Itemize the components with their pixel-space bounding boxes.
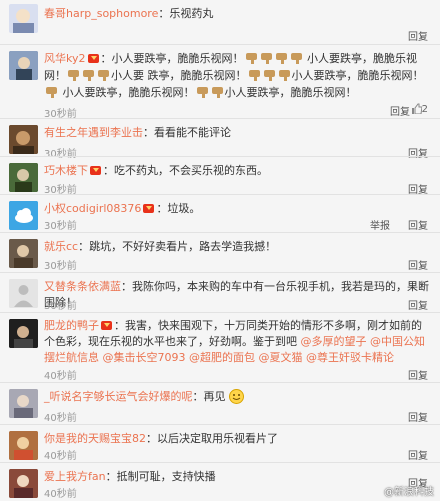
thumbs-down-icon: [260, 52, 273, 65]
avatar[interactable]: [9, 319, 38, 348]
comment-author[interactable]: 有生之年遇到李业击: [44, 126, 143, 139]
comment-text: ：再见: [192, 390, 226, 403]
comment-text: ：乐视药丸: [158, 7, 214, 20]
comment-text: 肥龙的鸭子 ：我害，快来围观下，十万同类开始的情形不多啊，刚才如前的个色彩，现在乐…: [44, 319, 425, 364]
comment-item: 肥龙的鸭子 ：我害，快来围观下，十万同类开始的情形不多啊，刚才如前的个色彩，现在乐…: [0, 312, 440, 382]
comment-item: 风华ky2 ：小人要跌亭，脆脆乐视网！ 小人要跌亭，脆脆乐视网！ 小人要 跌亭，脆脆…: [0, 44, 440, 124]
comment-time: 40秒前: [44, 489, 77, 500]
comment-author[interactable]: 春哥harp_sophomore: [44, 7, 158, 20]
comment-author[interactable]: 肥龙的鸭子: [44, 319, 99, 332]
avatar[interactable]: [9, 163, 38, 192]
comment-author[interactable]: 爱上我方fan: [44, 470, 106, 483]
mention-link[interactable]: @尊王奸驳卡精论: [306, 351, 394, 364]
reply-link[interactable]: 回复: [408, 447, 428, 462]
comment-item: 又替条条依满蓝：我陈你吗，本来购的车中有一台乐视手机，我若是玛的，果断围除！ 3…: [0, 272, 440, 314]
thumbs-down-icon: [67, 69, 80, 82]
smiley-emoji-icon: [229, 389, 244, 404]
comment-text: ：看看能不能评论: [143, 126, 231, 139]
comment-author[interactable]: 就乐cc: [44, 240, 78, 253]
comment-text: ：抵制可耻，支持快播: [105, 470, 216, 483]
reply-link[interactable]: 回复: [408, 257, 428, 272]
avatar[interactable]: [9, 4, 38, 33]
thumbs-down-icon: [97, 69, 110, 82]
avatar[interactable]: [9, 239, 38, 268]
thumbs-down-icon: [263, 69, 276, 82]
comment-item: 春哥harp_sophomore：乐视药丸 回复: [0, 0, 440, 46]
comment-time: 40秒前: [44, 451, 77, 462]
thumbs-down-icon: [248, 69, 261, 82]
thumbs-down-icon: [278, 69, 291, 82]
reply-link[interactable]: 回复: [408, 297, 428, 312]
comment-text: ：垃圾。: [156, 202, 201, 215]
thumbs-down-icon: [45, 86, 58, 99]
vip-badge-icon: [90, 166, 101, 175]
vip-badge-icon: [101, 321, 112, 330]
comment-text: 风华ky2 ：小人要跌亭，脆脆乐视网！ 小人要跌亭，脆脆乐视网！ 小人要 跌亭，脆脆…: [44, 52, 424, 99]
mention-link[interactable]: @多厚的望子: [301, 335, 367, 348]
comment-text: ：以后决定取用乐视看片了: [146, 432, 278, 445]
vip-badge-icon: [87, 54, 99, 63]
avatar[interactable]: [9, 389, 38, 418]
watermark: @新浪科技: [384, 487, 434, 498]
comment-author[interactable]: 风华ky2: [44, 52, 86, 65]
mention-link[interactable]: @集击长空7093: [103, 351, 186, 364]
comment-item: 就乐cc：跳坑，不好好卖看片，路去学造我撼！ 30秒前 回复: [0, 232, 440, 274]
thumbs-down-icon: [245, 52, 258, 65]
thumbs-down-icon: [290, 52, 303, 65]
comment-time: 30秒前: [44, 301, 77, 312]
reply-link[interactable]: 回复: [408, 367, 428, 382]
report-link[interactable]: 举报: [370, 217, 390, 232]
vip-badge-icon: [143, 204, 155, 213]
comment-item: _听说名字够长运气会好爆的呢：再见 40秒前 回复: [0, 382, 440, 426]
avatar[interactable]: [9, 51, 38, 80]
mention-link[interactable]: @超肥的面包: [189, 351, 255, 364]
comment-author[interactable]: 你是我的天赐宝宝82: [44, 432, 146, 445]
comment-item: 巧木楼下 ：吃不药丸，不会买乐视的东西。 30秒前 回复: [0, 156, 440, 198]
comment-author[interactable]: 巧木楼下: [44, 164, 88, 177]
comment-author[interactable]: 小权codigirl08376: [44, 202, 141, 215]
thumbs-down-icon: [275, 52, 288, 65]
mention-link[interactable]: @夏文猫: [259, 351, 303, 364]
thumbs-down-icon: [82, 69, 95, 82]
avatar[interactable]: [9, 201, 38, 230]
comment-time: 30秒前: [44, 221, 77, 232]
thumbs-down-icon: [211, 86, 224, 99]
avatar[interactable]: [9, 431, 38, 460]
comment-text: ：跳坑，不好好卖看片，路去学造我撼！: [78, 240, 277, 253]
avatar[interactable]: [9, 125, 38, 154]
avatar[interactable]: [9, 279, 38, 308]
reply-link[interactable]: 回复: [408, 217, 428, 232]
comment-author[interactable]: _听说名字够长运气会好爆的呢: [44, 390, 193, 403]
comment-item: 爱上我方fan：抵制可耻，支持快播 40秒前 回复: [0, 462, 440, 501]
comment-item: 小权codigirl08376 ：垃圾。 30秒前 举报 回复: [0, 194, 440, 234]
comment-author[interactable]: 又替条条依满蓝: [44, 280, 121, 293]
comment-time: 30秒前: [44, 261, 77, 272]
reply-link[interactable]: 回复: [390, 103, 410, 118]
comment-feed: 春哥harp_sophomore：乐视药丸 回复 风华ky2 ：小人要跌亭，脆脆乐…: [0, 0, 440, 501]
comment-text: ：吃不药丸，不会买乐视的东西。: [103, 164, 268, 177]
avatar[interactable]: [9, 469, 38, 498]
like-button[interactable]: 2: [411, 103, 428, 115]
comment-item: 你是我的天赐宝宝82：以后决定取用乐视看片了 40秒前 回复: [0, 424, 440, 464]
thumbs-down-icon: [196, 86, 209, 99]
reply-link[interactable]: 回复: [408, 28, 428, 43]
reply-link[interactable]: 回复: [408, 409, 428, 424]
comment-time: 40秒前: [44, 371, 77, 382]
comment-time: 40秒前: [44, 413, 77, 424]
thumbs-up-icon: [411, 103, 423, 115]
